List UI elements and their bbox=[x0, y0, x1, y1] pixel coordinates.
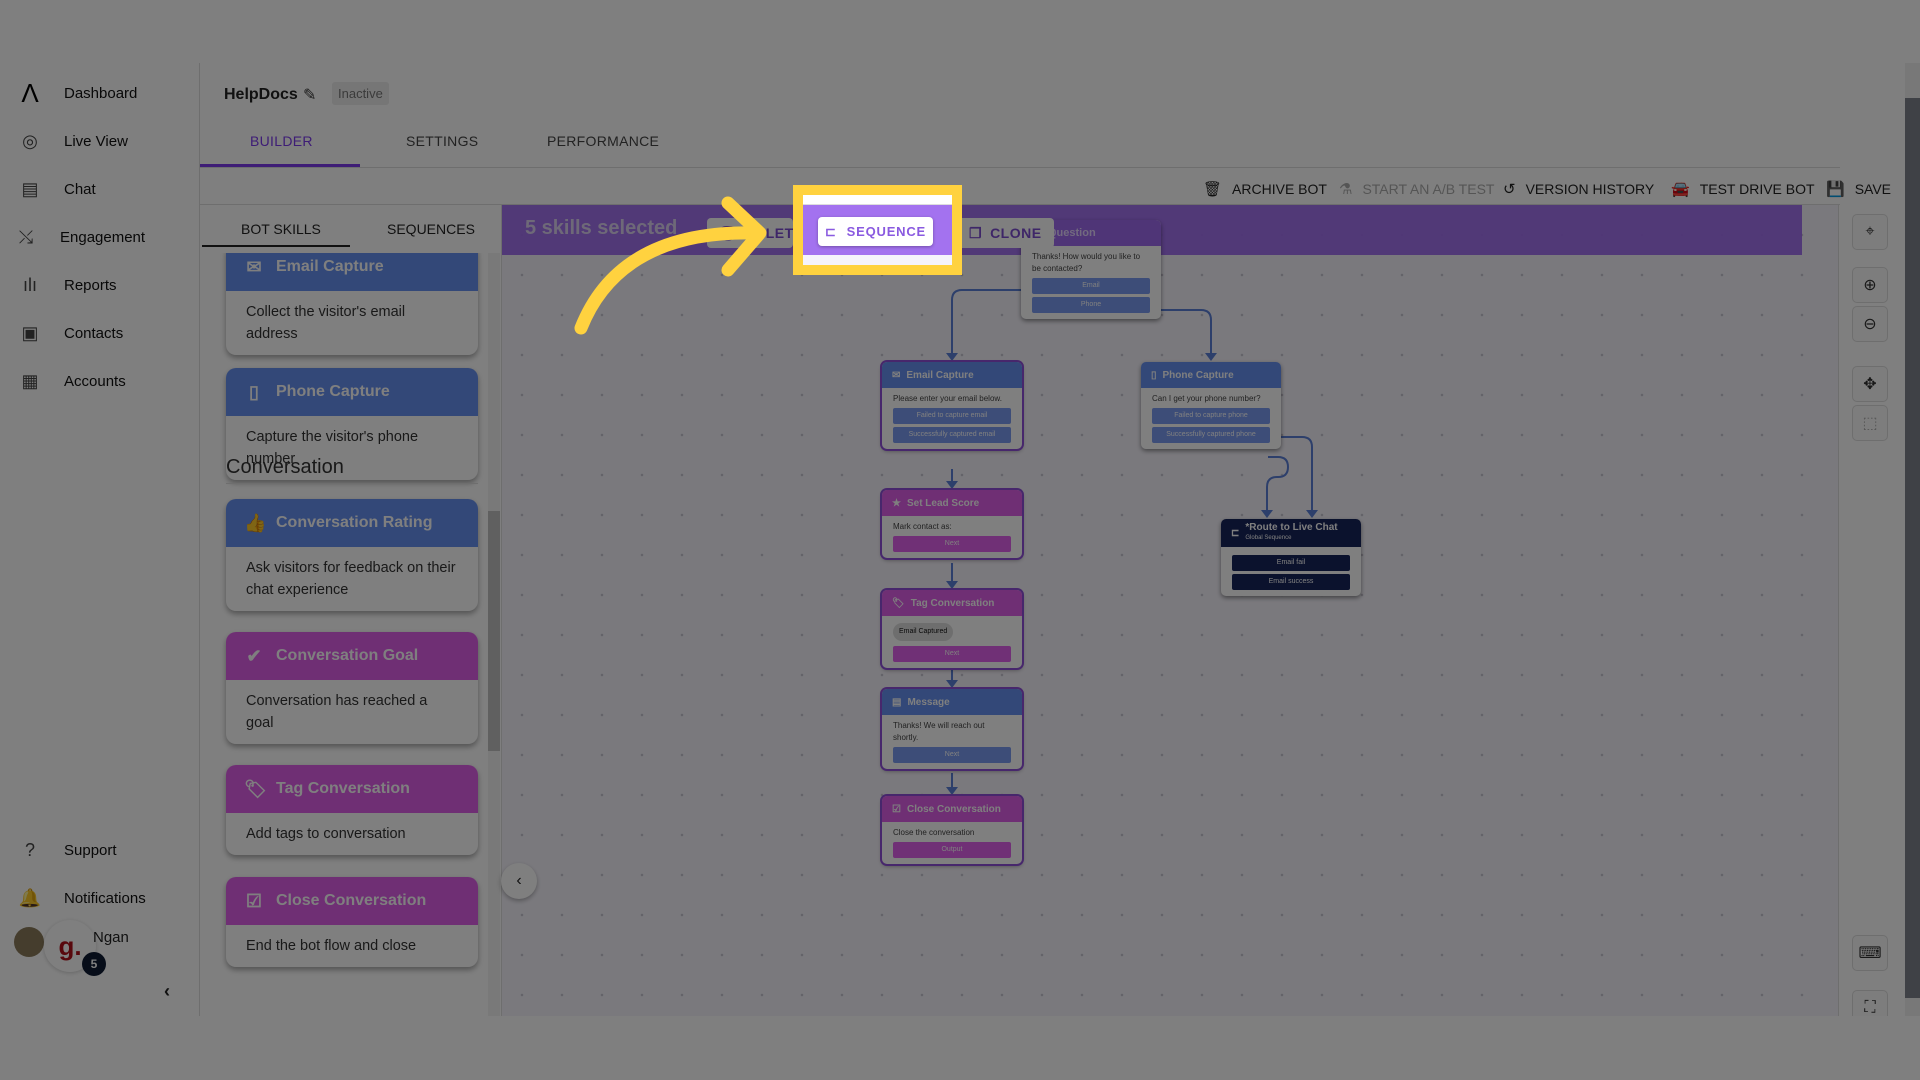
pointer-arrow-icon bbox=[574, 196, 767, 335]
